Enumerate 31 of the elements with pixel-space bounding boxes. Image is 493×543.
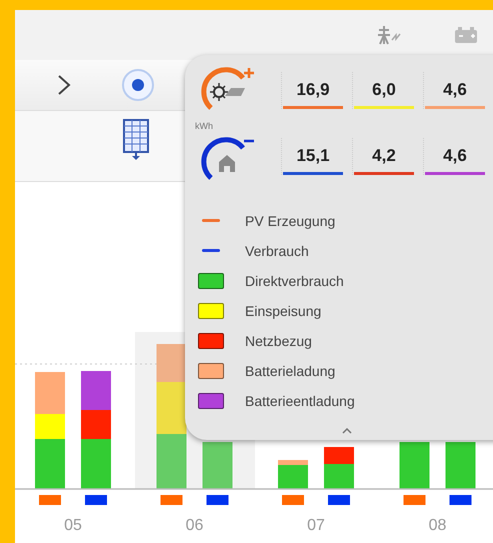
- energy-value: 15,1: [296, 144, 330, 166]
- radio-button-icon[interactable]: [121, 68, 155, 102]
- energy-value: 4,6: [443, 78, 467, 100]
- production-marker: [404, 495, 426, 505]
- production-marker: [39, 495, 61, 505]
- production-marker: [282, 495, 304, 505]
- energy-value: 16,9: [296, 78, 330, 100]
- day-label: 06: [186, 517, 204, 534]
- legend-label: Direktverbrauch: [245, 272, 344, 288]
- consumption-marker: [206, 495, 228, 505]
- day-label: 08: [428, 517, 446, 534]
- power-pylon-icon[interactable]: [375, 24, 403, 46]
- legend-label: Verbrauch: [245, 242, 309, 258]
- energy-value: 4,6: [443, 144, 467, 166]
- legend-label: Batterieladung: [245, 362, 336, 378]
- chevron-right-icon[interactable]: [57, 74, 71, 96]
- consumption-marker: [450, 495, 472, 505]
- energy-value: 6,0: [372, 78, 396, 100]
- legend-label: Batterieentladung: [245, 392, 355, 408]
- legend-label: Netzbezug: [245, 332, 312, 348]
- consumption-marker: [85, 495, 107, 505]
- caret-icon[interactable]: [342, 428, 352, 434]
- unit-label: kWh: [195, 121, 213, 131]
- production-marker: [160, 495, 182, 505]
- solar-panel-icon[interactable]: [123, 119, 149, 163]
- energy-value: 4,2: [372, 144, 396, 166]
- consumption-marker: [328, 495, 350, 505]
- day-label: 05: [64, 517, 82, 534]
- legend-label: Einspeisung: [245, 302, 322, 318]
- day-label: 07: [307, 517, 325, 534]
- legend-label: PV Erzeugung: [245, 212, 336, 228]
